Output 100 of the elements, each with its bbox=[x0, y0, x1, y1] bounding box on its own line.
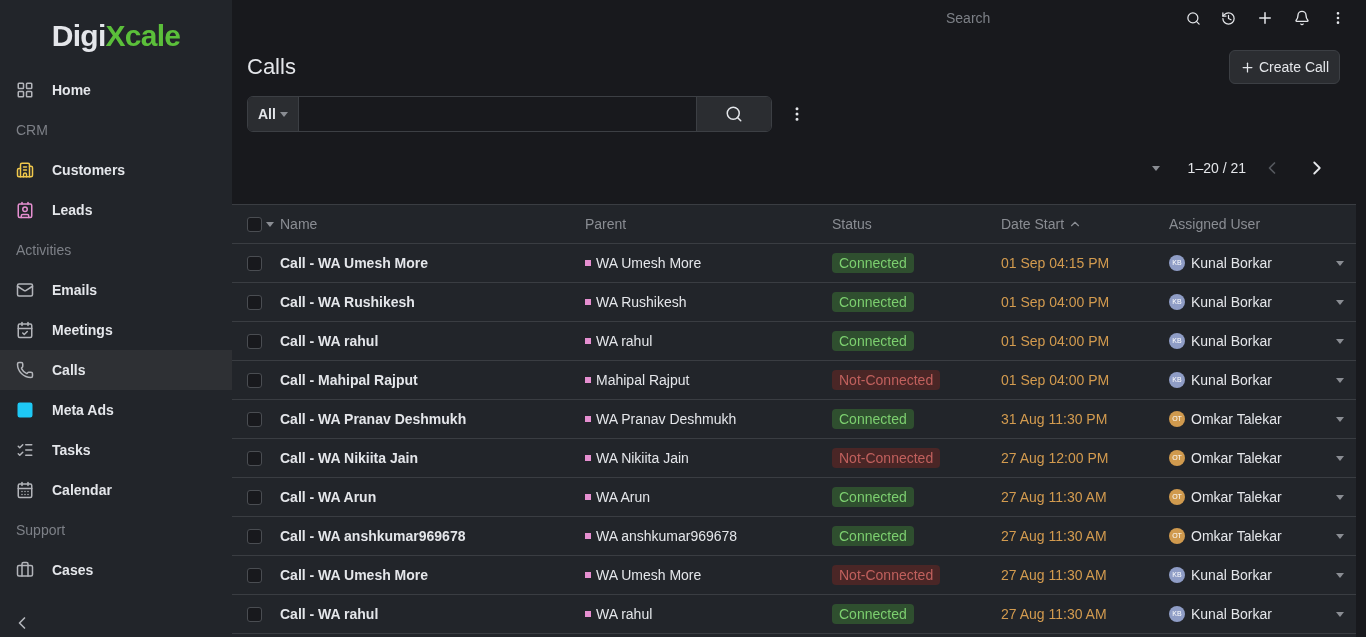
parent-link[interactable]: WA anshkumar969678 bbox=[596, 525, 738, 547]
row-menu-caret-icon bbox=[1336, 299, 1344, 305]
lead-icon bbox=[585, 377, 591, 383]
status-badge: Connected bbox=[832, 525, 914, 546]
lead-icon bbox=[585, 338, 591, 344]
lead-icon bbox=[585, 455, 591, 461]
column-header[interactable]: Parent bbox=[585, 213, 832, 235]
status-badge: Connected bbox=[832, 486, 914, 507]
row-checkbox[interactable] bbox=[247, 294, 262, 310]
column-header[interactable]: Assigned User bbox=[1169, 213, 1356, 235]
lead-icon bbox=[585, 260, 591, 266]
parent-link[interactable]: WA rahul bbox=[596, 603, 653, 625]
call-name-link[interactable]: Call - WA rahul bbox=[280, 603, 585, 625]
sidebar-section-label: CRM bbox=[15, 120, 49, 140]
date-cell-text: 01 Sep 04:00 PM bbox=[1001, 331, 1111, 351]
row-checkbox[interactable] bbox=[247, 255, 262, 271]
calendar-check-icon bbox=[16, 321, 34, 339]
row-checkbox[interactable] bbox=[247, 528, 262, 544]
row-checkbox[interactable] bbox=[247, 489, 262, 505]
assigned-user: Omkar Talekar bbox=[1191, 526, 1283, 546]
call-name-link[interactable]: Call - WA Pranav Deshmukh bbox=[280, 408, 585, 430]
call-name-link[interactable]: Call - WA anshkumar969678 bbox=[280, 525, 585, 547]
column-header[interactable]: Date Start bbox=[1001, 213, 1169, 235]
sidebar-item[interactable]: Calls bbox=[0, 350, 232, 390]
call-name-link[interactable]: Call - WA Umesh More bbox=[280, 564, 585, 586]
lead-icon bbox=[585, 611, 591, 617]
assigned-user: Omkar Talekar bbox=[1191, 487, 1283, 507]
history-icon[interactable] bbox=[1221, 10, 1236, 26]
row-checkbox[interactable] bbox=[247, 333, 262, 349]
row-checkbox[interactable] bbox=[247, 372, 262, 388]
status-badge: Connected bbox=[832, 603, 914, 624]
date-cell-text: 01 Sep 04:00 PM bbox=[1001, 370, 1111, 390]
sidebar-section-label: Support bbox=[15, 520, 67, 540]
global-search-field[interactable]: Search bbox=[946, 7, 1186, 29]
column-header[interactable]: Status bbox=[832, 213, 1001, 235]
assigned-user: Omkar Talekar bbox=[1191, 448, 1283, 468]
assigned-user: Omkar Talekar bbox=[1191, 409, 1283, 429]
checklist-icon bbox=[16, 441, 34, 459]
row-menu-caret-icon bbox=[1336, 377, 1344, 383]
call-name-link[interactable]: Call - WA Arun bbox=[280, 486, 585, 508]
sidebar-item[interactable]: Leads bbox=[0, 190, 232, 230]
create-call-button[interactable]: Create Call bbox=[1228, 50, 1340, 84]
lead-icon bbox=[585, 494, 591, 500]
sidebar-item[interactable]: Customers bbox=[0, 150, 232, 190]
call-name-link[interactable]: Call - WA Rushikesh bbox=[280, 291, 585, 313]
column-header[interactable]: Name bbox=[280, 213, 585, 235]
call-name-link[interactable]: Call - WA Umesh More bbox=[280, 252, 585, 274]
search-icon[interactable] bbox=[1186, 10, 1201, 26]
row-menu-caret-icon bbox=[1336, 338, 1344, 344]
status-badge: Connected bbox=[832, 252, 914, 273]
grid-icon bbox=[16, 81, 34, 99]
calendar-icon bbox=[16, 481, 34, 499]
row-menu-caret-icon bbox=[1336, 572, 1344, 578]
assigned-user: Kunal Borkar bbox=[1191, 370, 1273, 390]
date-cell-text: 27 Aug 11:30 AM bbox=[1001, 526, 1108, 546]
select-all-checkbox[interactable] bbox=[247, 216, 262, 232]
assigned-user: Kunal Borkar bbox=[1191, 253, 1273, 273]
sidebar-item[interactable]: Calendar bbox=[0, 470, 232, 510]
date-cell-text: 27 Aug 12:00 PM bbox=[1001, 448, 1110, 468]
row-menu-caret-icon bbox=[1336, 611, 1344, 617]
pagination-range: 1–20 / 21 bbox=[1187, 158, 1246, 178]
envelope-icon bbox=[16, 281, 34, 299]
date-cell-text: 31 Aug 11:30 PM bbox=[1001, 409, 1109, 429]
row-menu-caret-icon bbox=[1336, 455, 1344, 461]
parent-link[interactable]: WA rahul bbox=[596, 330, 653, 352]
call-name-link[interactable]: Call - WA rahul bbox=[280, 330, 585, 352]
row-checkbox[interactable] bbox=[247, 567, 262, 583]
date-cell-text: 01 Sep 04:15 PM bbox=[1001, 253, 1111, 273]
sidebar-item[interactable]: Meta Ads bbox=[0, 390, 232, 430]
sidebar-item[interactable]: Meetings bbox=[0, 310, 232, 350]
date-cell-text: 01 Sep 04:00 PM bbox=[1001, 292, 1111, 312]
call-name-link[interactable]: Call - Mahipal Rajput bbox=[280, 369, 585, 391]
sidebar-section-label: Activities bbox=[15, 240, 73, 260]
parent-link[interactable]: WA Rushikesh bbox=[596, 291, 687, 313]
caret-icon bbox=[1151, 165, 1160, 171]
sidebar-item[interactable]: Home bbox=[0, 70, 232, 110]
row-checkbox[interactable] bbox=[247, 450, 262, 466]
bell-icon[interactable] bbox=[1294, 10, 1310, 26]
parent-link[interactable]: WA Umesh More bbox=[596, 564, 702, 586]
row-checkbox[interactable] bbox=[247, 606, 262, 622]
briefcase-icon bbox=[16, 561, 34, 579]
row-checkbox[interactable] bbox=[247, 411, 262, 427]
parent-link[interactable]: WA Umesh More bbox=[596, 252, 702, 274]
row-menu-caret-icon bbox=[1336, 494, 1344, 500]
parent-link[interactable]: Mahipal Rajput bbox=[596, 369, 690, 391]
sidebar-item[interactable]: Cases bbox=[0, 550, 232, 590]
plus-icon[interactable] bbox=[1256, 9, 1274, 27]
parent-link[interactable]: WA Nikiita Jain bbox=[596, 447, 689, 469]
status-badge: Connected bbox=[832, 291, 914, 312]
date-cell-text: 27 Aug 11:30 AM bbox=[1001, 565, 1108, 585]
sidebar-item[interactable]: Tasks bbox=[0, 430, 232, 470]
date-cell-text: 27 Aug 11:30 AM bbox=[1001, 487, 1108, 507]
sidebar-item[interactable]: Emails bbox=[0, 270, 232, 310]
status-badge: Not-Connected bbox=[832, 369, 941, 390]
parent-link[interactable]: WA Pranav Deshmukh bbox=[596, 408, 737, 430]
call-name-link[interactable]: Call - WA Nikiita Jain bbox=[280, 447, 585, 469]
row-menu-caret-icon bbox=[1336, 260, 1344, 266]
row-menu-caret-icon bbox=[1336, 533, 1344, 539]
caret-icon bbox=[266, 221, 274, 227]
parent-link[interactable]: WA Arun bbox=[596, 486, 650, 508]
